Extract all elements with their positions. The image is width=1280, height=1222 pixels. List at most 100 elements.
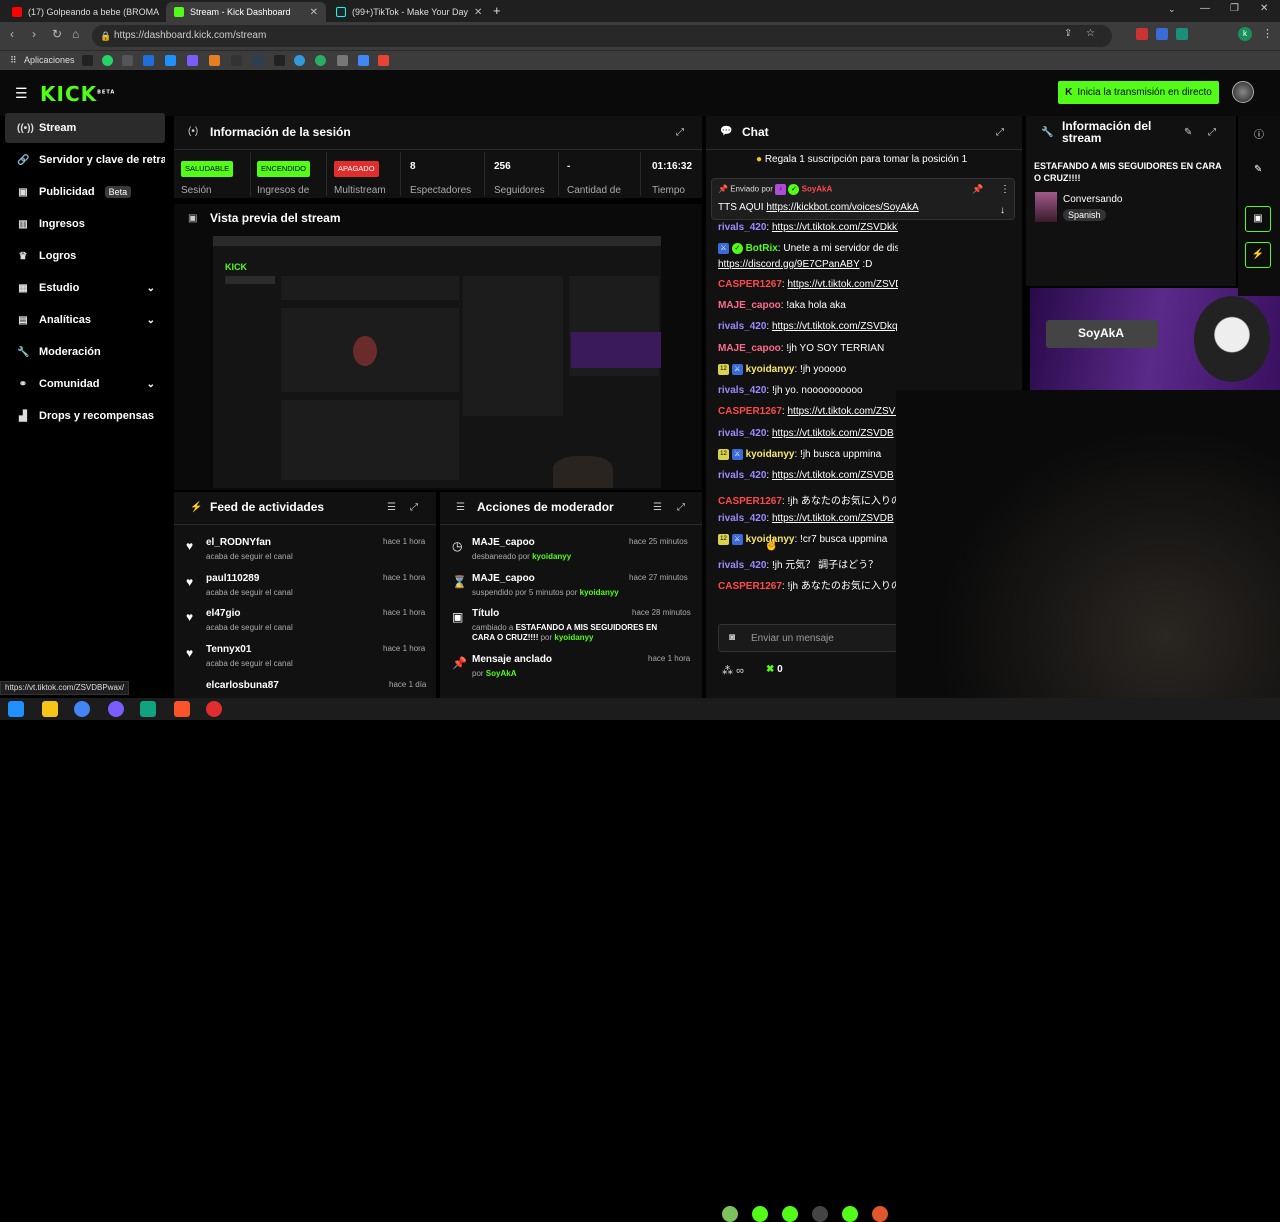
bookmark-icon[interactable]	[337, 55, 348, 66]
hamburger-menu-icon[interactable]: ☰	[15, 85, 28, 102]
chat-message[interactable]: MAJE_capoo: !aka hola aka	[718, 300, 898, 316]
list-item[interactable]: ◷ MAJE_capoo desbaneado por kyoidanyy ha…	[440, 537, 702, 571]
sidebar-item-ads[interactable]: ▣ Publicidad Beta	[5, 177, 165, 207]
chat-message[interactable]: rivals_420: https://vt.tiktok.com/ZSVDkq…	[718, 321, 898, 337]
bookmark-icon[interactable]	[82, 55, 93, 66]
chat-message[interactable]: https://discord.gg/9E7CPanABY :D	[718, 259, 898, 275]
chat-username[interactable]: MAJE_capoo	[718, 300, 781, 311]
chat-username[interactable]: CASPER1267	[718, 279, 782, 290]
home-icon[interactable]: ⌂	[72, 27, 79, 41]
list-item[interactable]: ♥ el47gio acaba de seguir el canal hace …	[174, 608, 436, 642]
expand-icon[interactable]: ⤢	[996, 127, 1004, 138]
emote-icon[interactable]	[722, 1206, 738, 1222]
chat-username[interactable]: rivals_420	[718, 428, 766, 439]
tab-search-icon[interactable]: ⌄	[1168, 4, 1176, 15]
menu-dots-icon[interactable]: ⋮	[1262, 27, 1273, 40]
chat-link[interactable]: https://vt.tiktok.com/ZSVDkk7y/	[772, 222, 898, 233]
chat-username[interactable]: CASPER1267	[718, 406, 782, 417]
chat-message[interactable]: rivals_420: https://vt.tiktok.com/ZSVDB	[718, 513, 898, 529]
sidebar-item-server-key[interactable]: 🔗 Servidor y clave de retransmisión	[5, 145, 165, 175]
browser-tab[interactable]: (17) Golpeando a bebe (BROMA ✕	[4, 2, 164, 22]
file-explorer-icon[interactable]	[42, 701, 58, 717]
reload-icon[interactable]: ↻	[52, 27, 62, 41]
edit-pencil-icon[interactable]: ✎	[1184, 127, 1192, 138]
app-icon[interactable]	[140, 701, 156, 717]
back-icon[interactable]: ‹	[10, 27, 14, 41]
list-item[interactable]: elcarlosbuna87 hace 1 día	[174, 680, 436, 692]
whatsapp-bookmark-icon[interactable]	[102, 55, 113, 66]
chat-username[interactable]: BotRix	[746, 243, 778, 254]
chat-username[interactable]: CASPER1267	[718, 496, 782, 507]
category-name[interactable]: Conversando	[1063, 194, 1122, 205]
expand-icon[interactable]: ⤢	[676, 127, 684, 138]
filter-icon[interactable]: ☰	[653, 502, 662, 513]
chat-message[interactable]: rivals_420: https://vt.tiktok.com/ZSVDkk…	[718, 222, 898, 238]
chat-message[interactable]: CASPER1267: https://vt.tiktok.com/ZSVD	[718, 406, 898, 422]
browser-tab[interactable]: (99+)TikTok - Make Your Day ✕	[328, 2, 488, 22]
close-tab-icon[interactable]: ✕	[474, 7, 482, 18]
sidebar-item-achievements[interactable]: ♛ Logros	[5, 241, 165, 271]
close-tab-icon[interactable]: ✕	[310, 7, 318, 18]
new-tab-icon[interactable]: +	[493, 3, 501, 18]
user-avatar[interactable]	[1232, 81, 1254, 103]
extension-icon[interactable]	[1136, 28, 1148, 40]
close-window-icon[interactable]: ✕	[1260, 3, 1268, 14]
profile-avatar-icon[interactable]: k	[1238, 27, 1252, 41]
bookmark-icon[interactable]	[315, 55, 326, 66]
info-icon[interactable]: ⓘ	[1254, 126, 1264, 141]
bookmark-icon[interactable]	[122, 55, 133, 66]
collapse-arrow-icon[interactable]: ↓	[1000, 205, 1005, 216]
edit-pencil-icon[interactable]: ✎	[1254, 164, 1262, 175]
share-icon[interactable]: ⇪	[1064, 28, 1072, 39]
chat-message[interactable]: ⚔ ✓ BotRix: Unete a mi servidor de disco…	[718, 243, 898, 259]
emote-icon[interactable]	[872, 1206, 888, 1222]
list-item[interactable]: ♥ paul110289 acaba de seguir el canal ha…	[174, 573, 436, 607]
extension-icon[interactable]	[1176, 28, 1188, 40]
chat-link[interactable]: https://vt.tiktok.com/ZSVDkm9PJ/	[787, 279, 898, 290]
chat-link[interactable]: https://vt.tiktok.com/ZSVD	[787, 406, 898, 417]
bookmark-star-icon[interactable]: ☆	[1086, 28, 1095, 39]
emote-icon[interactable]	[842, 1206, 858, 1222]
app-icon[interactable]	[108, 701, 124, 717]
chat-username[interactable]: kyoidanyy	[746, 364, 795, 375]
filter-icon[interactable]: ☰	[387, 502, 396, 513]
chat-input[interactable]: ◙ Enviar un mensaje	[718, 624, 898, 652]
gmail-bookmark-icon[interactable]	[378, 55, 389, 66]
extension-icon[interactable]	[1156, 28, 1168, 40]
kick-logo[interactable]: KICKBETA	[40, 82, 115, 106]
bookmark-icon[interactable]	[231, 55, 242, 66]
pinned-message[interactable]: 📌 Enviado por ♪ ✓ SoyAkA 📌 ⋮ TTS AQUI ht…	[711, 178, 1015, 220]
chat-message[interactable]: MAJE_capoo: !jh YO SOY TERRIAN	[718, 343, 898, 359]
chat-message[interactable]: CASPER1267: !jh あなたのお気に入りの	[718, 492, 898, 508]
chat-username[interactable]: rivals_420	[718, 513, 766, 524]
chat-message[interactable]: rivals_420: !jh yo. noooooooooo	[718, 385, 898, 401]
chat-link[interactable]: https://vt.tiktok.com/ZSVDB	[772, 428, 894, 439]
chrome-icon[interactable]	[74, 701, 90, 717]
sub-goal-banner[interactable]: ● Regala 1 suscripción para tomar la pos…	[756, 154, 996, 165]
bookmark-icon[interactable]	[358, 55, 369, 66]
chat-username[interactable]: rivals_420	[718, 385, 766, 396]
expand-icon[interactable]: ⤢	[1208, 127, 1216, 138]
sidebar-item-moderation[interactable]: 🔧 Moderación	[5, 337, 165, 367]
apps-grid-icon[interactable]: ⠿	[10, 55, 17, 66]
expand-icon[interactable]: ⤢	[410, 502, 418, 513]
emote-icon[interactable]	[782, 1206, 798, 1222]
emote-icon[interactable]	[752, 1206, 768, 1222]
channel-points[interactable]: ⁂ ∞	[722, 664, 744, 677]
emote-icon[interactable]	[812, 1206, 828, 1222]
chat-link[interactable]: https://vt.tiktok.com/ZSVDB	[772, 470, 894, 481]
stream-preview-video[interactable]: KICK	[213, 236, 661, 488]
chat-message[interactable]: CASPER1267: !jh あなたのお気に入りの	[718, 577, 898, 593]
lightning-icon[interactable]: ⚡	[1245, 242, 1271, 268]
chat-message[interactable]: 12 ⚔ kyoidanyy: !jh busca uppmina	[718, 449, 898, 465]
bookmark-icon[interactable]	[252, 55, 263, 66]
chat-message[interactable]: 12 ⚔ kyoidanyy: !jh yooooo	[718, 364, 898, 380]
sidebar-item-analytics[interactable]: ▤ Analíticas ⌄	[5, 305, 165, 335]
bookmark-icon[interactable]	[209, 55, 220, 66]
list-item[interactable]: 📌 Mensaje anclado por SoyAkA hace 1 hora	[440, 654, 702, 688]
chat-message[interactable]: 12 ⚔ kyoidanyy: !cr7 busca uppmina	[718, 534, 898, 550]
sidebar-item-drops[interactable]: ▟ Drops y recompensas	[5, 401, 165, 431]
brave-icon[interactable]	[174, 701, 190, 717]
chat-username[interactable]: rivals_420	[718, 222, 766, 233]
bookmark-icon[interactable]	[274, 55, 285, 66]
